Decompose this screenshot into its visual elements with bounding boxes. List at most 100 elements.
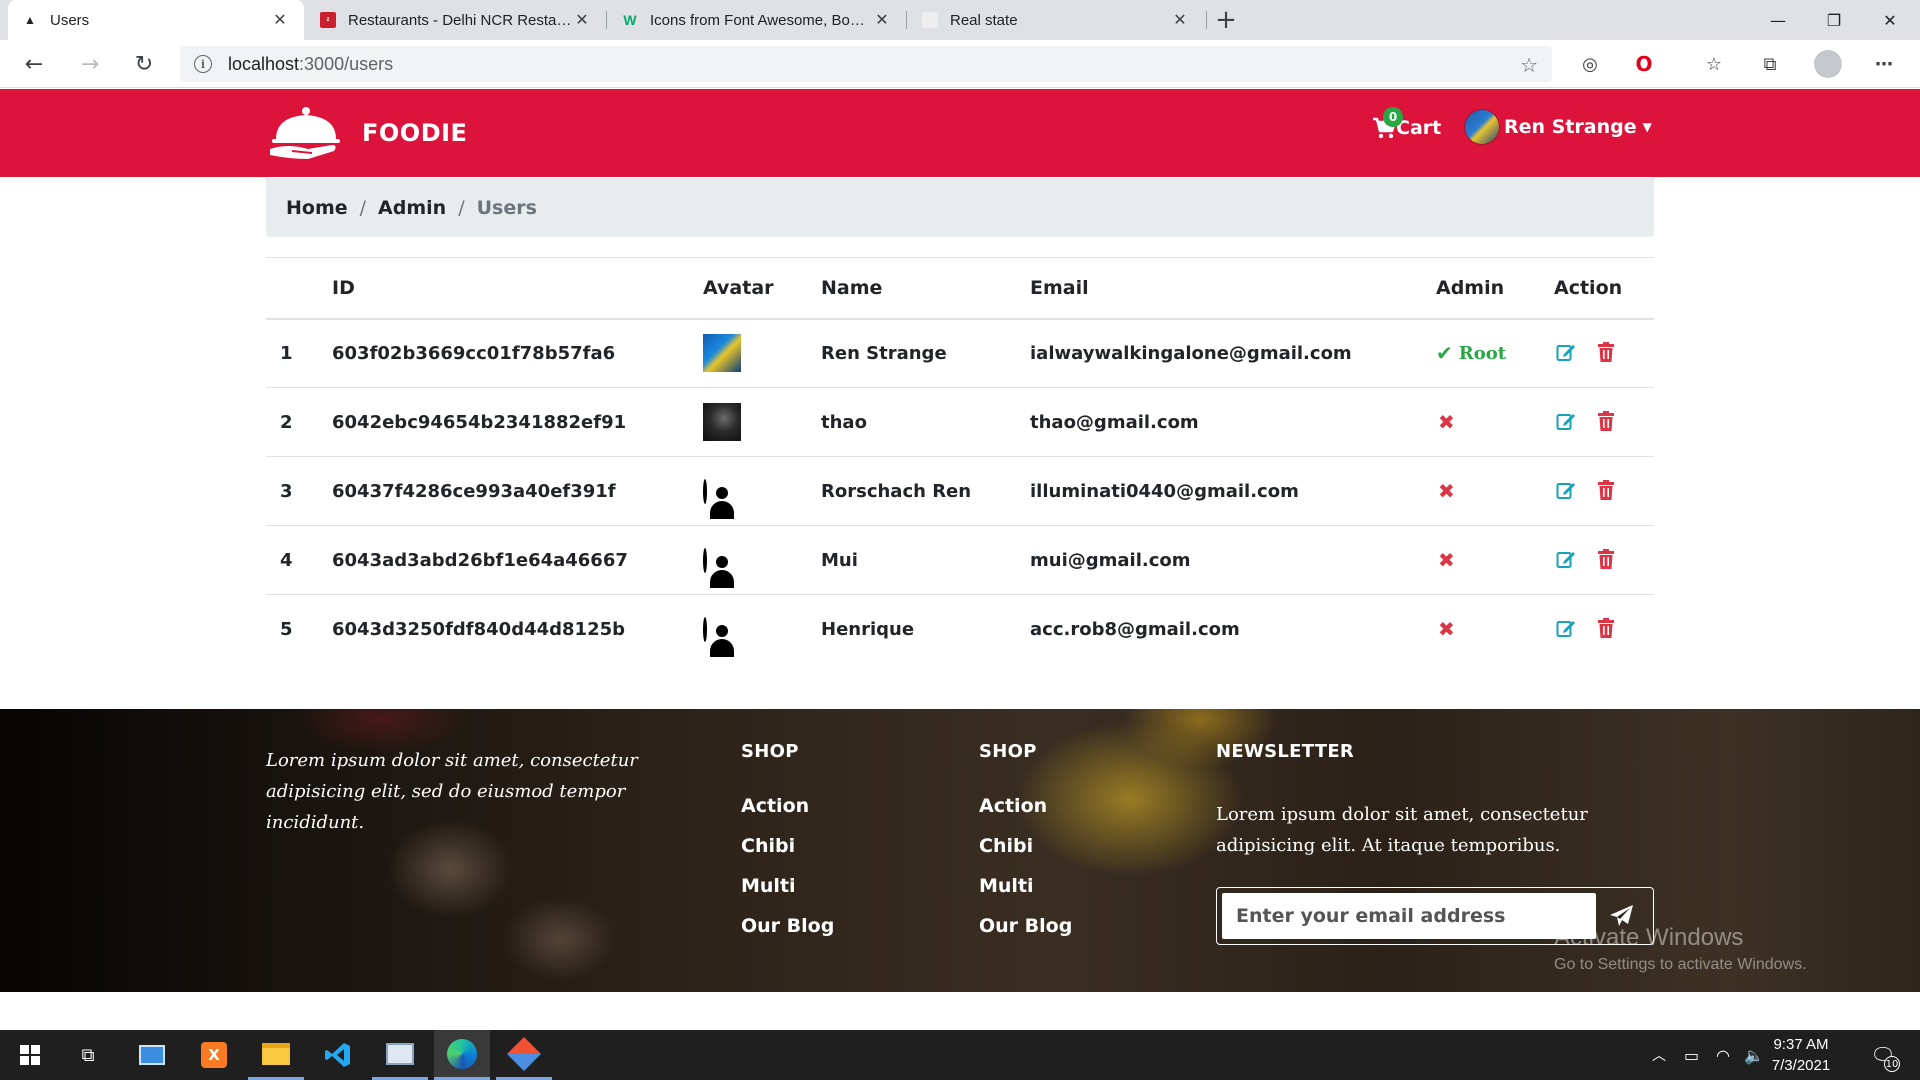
trash-icon[interactable] — [1594, 478, 1618, 502]
trash-icon[interactable] — [1594, 547, 1618, 571]
footer-link-chibi[interactable]: Chibi — [741, 826, 834, 866]
new-tab-button[interactable]: + — [1212, 5, 1240, 35]
windows-logo-icon — [20, 1045, 40, 1065]
tracking-prevention-icon[interactable]: ◎ — [1578, 52, 1602, 76]
clock-date: 7/3/2021 — [1771, 1057, 1831, 1074]
add-favorite-icon[interactable]: ☆ — [1520, 53, 1538, 77]
footer-shop-column: SHOP Action Chibi Multi Our Blog — [979, 741, 1072, 946]
minimize-button[interactable]: — — [1750, 0, 1806, 40]
avatar-cell — [703, 456, 821, 526]
notification-center-button[interactable]: 🗨 10 — [1866, 1038, 1900, 1072]
footer-link-chibi[interactable]: Chibi — [979, 826, 1072, 866]
row-number: 2 — [266, 387, 332, 457]
edit-icon[interactable] — [1554, 409, 1578, 433]
trash-icon[interactable] — [1594, 409, 1618, 433]
collections-icon[interactable]: ⧉ — [1758, 52, 1782, 76]
paint-icon — [386, 1042, 414, 1065]
footer-link-action[interactable]: Action — [741, 786, 834, 826]
taskbar-app-file-explorer[interactable] — [248, 1030, 304, 1080]
footer-link-multi[interactable]: Multi — [979, 866, 1072, 906]
edit-icon[interactable] — [1554, 616, 1578, 640]
table-row: 5 6043d3250fdf840d44d8125b Henrique acc.… — [266, 594, 1654, 664]
browser-tab-restaurants[interactable]: z Restaurants - Delhi NCR Restaurants ✕ — [306, 0, 606, 40]
breadcrumb-home[interactable]: Home — [286, 197, 348, 219]
taskbar-app-edge[interactable] — [434, 1030, 490, 1080]
default-user-icon — [703, 478, 734, 519]
user-id: 6042ebc94654b2341882ef91 — [332, 387, 703, 457]
more-options-icon[interactable]: ⋯ — [1872, 52, 1896, 76]
users-table: ID Avatar Name Email Admin Action 1 603f… — [266, 257, 1654, 664]
footer-link-blog[interactable]: Our Blog — [741, 906, 834, 946]
profile-icon[interactable] — [1814, 50, 1842, 78]
restore-button[interactable]: ❐ — [1806, 0, 1862, 40]
cart-link[interactable]: 0 Cart — [1372, 107, 1441, 139]
user-email: thao@gmail.com — [1030, 387, 1436, 457]
info-icon[interactable]: i — [194, 55, 212, 73]
taskbar-app-control-panel[interactable] — [124, 1030, 180, 1080]
action-cell — [1554, 387, 1654, 457]
browser-tab-users[interactable]: ▲ Users ✕ — [8, 0, 304, 40]
address-bar[interactable]: i localhost:3000/users ☆ — [180, 46, 1552, 82]
url-text[interactable]: localhost:3000/users — [228, 54, 393, 75]
footer-link-action[interactable]: Action — [979, 786, 1072, 826]
close-icon[interactable]: ✕ — [572, 10, 592, 30]
column-header-admin: Admin — [1436, 257, 1554, 320]
battery-icon[interactable]: ▭ — [1684, 1030, 1699, 1080]
taskbar-app-xampp[interactable]: X — [186, 1030, 242, 1080]
default-user-icon — [703, 616, 734, 657]
close-window-button[interactable]: ✕ — [1862, 0, 1918, 40]
admin-status: ✔ Root — [1436, 341, 1506, 365]
action-cell — [1554, 525, 1654, 595]
control-panel-icon — [139, 1045, 165, 1065]
close-icon[interactable]: ✕ — [1170, 10, 1190, 30]
browser-tab-bar: ▲ Users ✕ z Restaurants - Delhi NCR Rest… — [0, 0, 1920, 40]
browser-tab-icons[interactable]: W Icons from Font Awesome, Bootstrap ✕ — [608, 0, 906, 40]
newsletter-email-input[interactable] — [1222, 893, 1596, 939]
user-name: Mui — [821, 525, 1030, 595]
breadcrumb-separator: / — [458, 196, 465, 219]
trash-icon[interactable] — [1594, 616, 1618, 640]
close-icon[interactable]: ✕ — [270, 10, 290, 30]
caret-down-icon: ▼ — [1642, 120, 1652, 134]
breadcrumb-admin[interactable]: Admin — [378, 197, 446, 219]
brand-logo[interactable]: FOODIE — [268, 105, 467, 161]
taskbar-app-vscode[interactable] — [310, 1030, 366, 1080]
user-name: Henrique — [821, 594, 1030, 664]
system-clock[interactable]: 9:37 AM 7/3/2021 — [1760, 1034, 1842, 1076]
footer-link-blog[interactable]: Our Blog — [979, 906, 1072, 946]
show-hidden-icons-button[interactable]: ︿ — [1652, 1030, 1666, 1080]
footer-link-multi[interactable]: Multi — [741, 866, 834, 906]
user-id: 60437f4286ce993a40ef391f — [332, 456, 703, 526]
user-dropdown[interactable]: Ren Strange ▼ — [1464, 109, 1652, 145]
back-button[interactable]: ← — [18, 48, 50, 80]
browser-tab-real-state[interactable]: Real state ✕ — [908, 0, 1204, 40]
site-footer: Lorem ipsum dolor sit amet, consectetur … — [0, 709, 1920, 992]
watermark-subtitle: Go to Settings to activate Windows. — [1554, 956, 1807, 973]
git-icon — [507, 1036, 541, 1071]
forward-button[interactable]: → — [74, 48, 106, 80]
task-view-button[interactable]: ⧉ — [60, 1030, 116, 1080]
trash-icon[interactable] — [1594, 340, 1618, 364]
table-body: 1 603f02b3669cc01f78b57fa6 Ren Strange i… — [266, 319, 1654, 664]
taskbar-app-paint[interactable] — [372, 1030, 428, 1080]
avatar-cell — [703, 387, 821, 457]
notification-count: 10 — [1884, 1056, 1900, 1072]
tab-title: Restaurants - Delhi NCR Restaurants — [348, 11, 572, 29]
user-id: 6043ad3abd26bf1e64a46667 — [332, 525, 703, 595]
edit-icon[interactable] — [1554, 340, 1578, 364]
admin-cell: ✖ — [1436, 456, 1554, 526]
opera-extension-icon[interactable]: O — [1632, 52, 1656, 76]
taskbar-app-sourcetree[interactable] — [496, 1030, 552, 1080]
wifi-icon[interactable]: ◠ — [1716, 1030, 1730, 1080]
times-icon: ✖ — [1438, 410, 1455, 434]
tab-title: Real state — [950, 11, 1018, 29]
user-name: Ren Strange — [821, 342, 947, 364]
start-button[interactable] — [2, 1030, 58, 1080]
edit-icon[interactable] — [1554, 478, 1578, 502]
activate-windows-watermark: Activate Windows Go to Settings to activ… — [1554, 924, 1807, 974]
edit-icon[interactable] — [1554, 547, 1578, 571]
reload-button[interactable]: ↻ — [128, 48, 160, 80]
avatar-cell — [703, 525, 821, 595]
close-icon[interactable]: ✕ — [872, 10, 892, 30]
favorites-icon[interactable]: ☆ — [1702, 52, 1726, 76]
